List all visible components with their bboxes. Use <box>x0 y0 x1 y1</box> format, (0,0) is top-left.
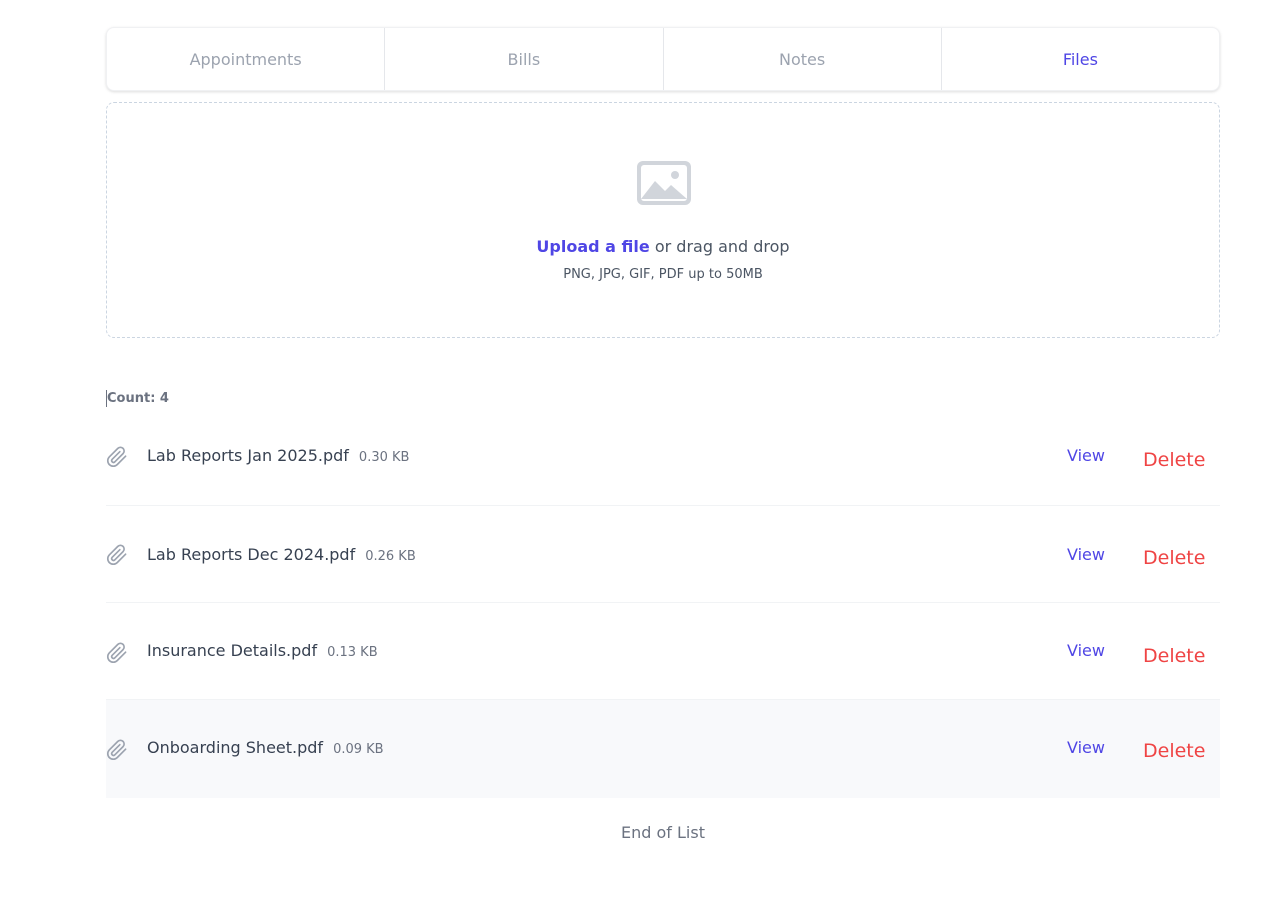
upload-file-link[interactable]: Upload a file <box>536 237 649 256</box>
file-count: Count: 4 <box>106 390 169 407</box>
file-name-text: Lab Reports Jan 2025.pdf <box>147 446 349 465</box>
file-list: Lab Reports Jan 2025.pdf 0.30 KB View Del… <box>106 409 1220 798</box>
file-name-text: Lab Reports Dec 2024.pdf <box>147 545 356 564</box>
file-dropzone[interactable]: Upload a file or drag and drop PNG, JPG,… <box>106 102 1220 338</box>
view-button[interactable]: View <box>1067 641 1105 660</box>
drag-drop-text: or drag and drop <box>654 237 790 256</box>
paperclip-icon <box>106 739 127 761</box>
file-name-text: Onboarding Sheet.pdf <box>147 738 324 757</box>
file-row: Lab Reports Jan 2025.pdf 0.30 KB View Del… <box>106 409 1220 506</box>
paperclip-icon <box>106 544 127 566</box>
view-button[interactable]: View <box>1067 738 1105 757</box>
file-name-text: Insurance Details.pdf <box>147 641 318 660</box>
file-size: 0.26 KB <box>365 549 416 564</box>
file-row: Lab Reports Dec 2024.pdf 0.26 KB View Del… <box>106 506 1220 603</box>
file-size: 0.09 KB <box>333 742 384 757</box>
file-row: Insurance Details.pdf 0.13 KB View Delete <box>106 603 1220 700</box>
paperclip-icon <box>106 446 127 468</box>
file-type-hint: PNG, JPG, GIF, PDF up to 50MB <box>563 267 763 282</box>
delete-button[interactable]: Delete <box>1143 449 1205 471</box>
file-name: Lab Reports Dec 2024.pdf 0.26 KB <box>147 545 416 564</box>
tab-files[interactable]: Files <box>942 28 1219 90</box>
end-of-list-text: End of List <box>621 823 705 842</box>
tab-bills[interactable]: Bills <box>385 28 664 90</box>
file-name: Insurance Details.pdf 0.13 KB <box>147 641 378 660</box>
delete-button[interactable]: Delete <box>1143 740 1205 762</box>
file-name: Onboarding Sheet.pdf 0.09 KB <box>147 738 384 757</box>
file-name: Lab Reports Jan 2025.pdf 0.30 KB <box>147 446 409 465</box>
tab-appointments[interactable]: Appointments <box>107 28 386 90</box>
view-button[interactable]: View <box>1067 545 1105 564</box>
file-size: 0.13 KB <box>327 645 378 660</box>
file-row: Onboarding Sheet.pdf 0.09 KB View Delete <box>106 700 1220 798</box>
delete-button[interactable]: Delete <box>1143 645 1205 667</box>
tab-notes[interactable]: Notes <box>664 28 942 90</box>
tab-bar: Appointments Bills Notes Files <box>106 27 1220 91</box>
image-icon <box>637 161 691 205</box>
delete-button[interactable]: Delete <box>1143 547 1205 569</box>
file-size: 0.30 KB <box>358 450 410 465</box>
paperclip-icon <box>106 642 127 664</box>
upload-instructions: Upload a file or drag and drop <box>107 237 1219 256</box>
view-button[interactable]: View <box>1067 446 1105 465</box>
